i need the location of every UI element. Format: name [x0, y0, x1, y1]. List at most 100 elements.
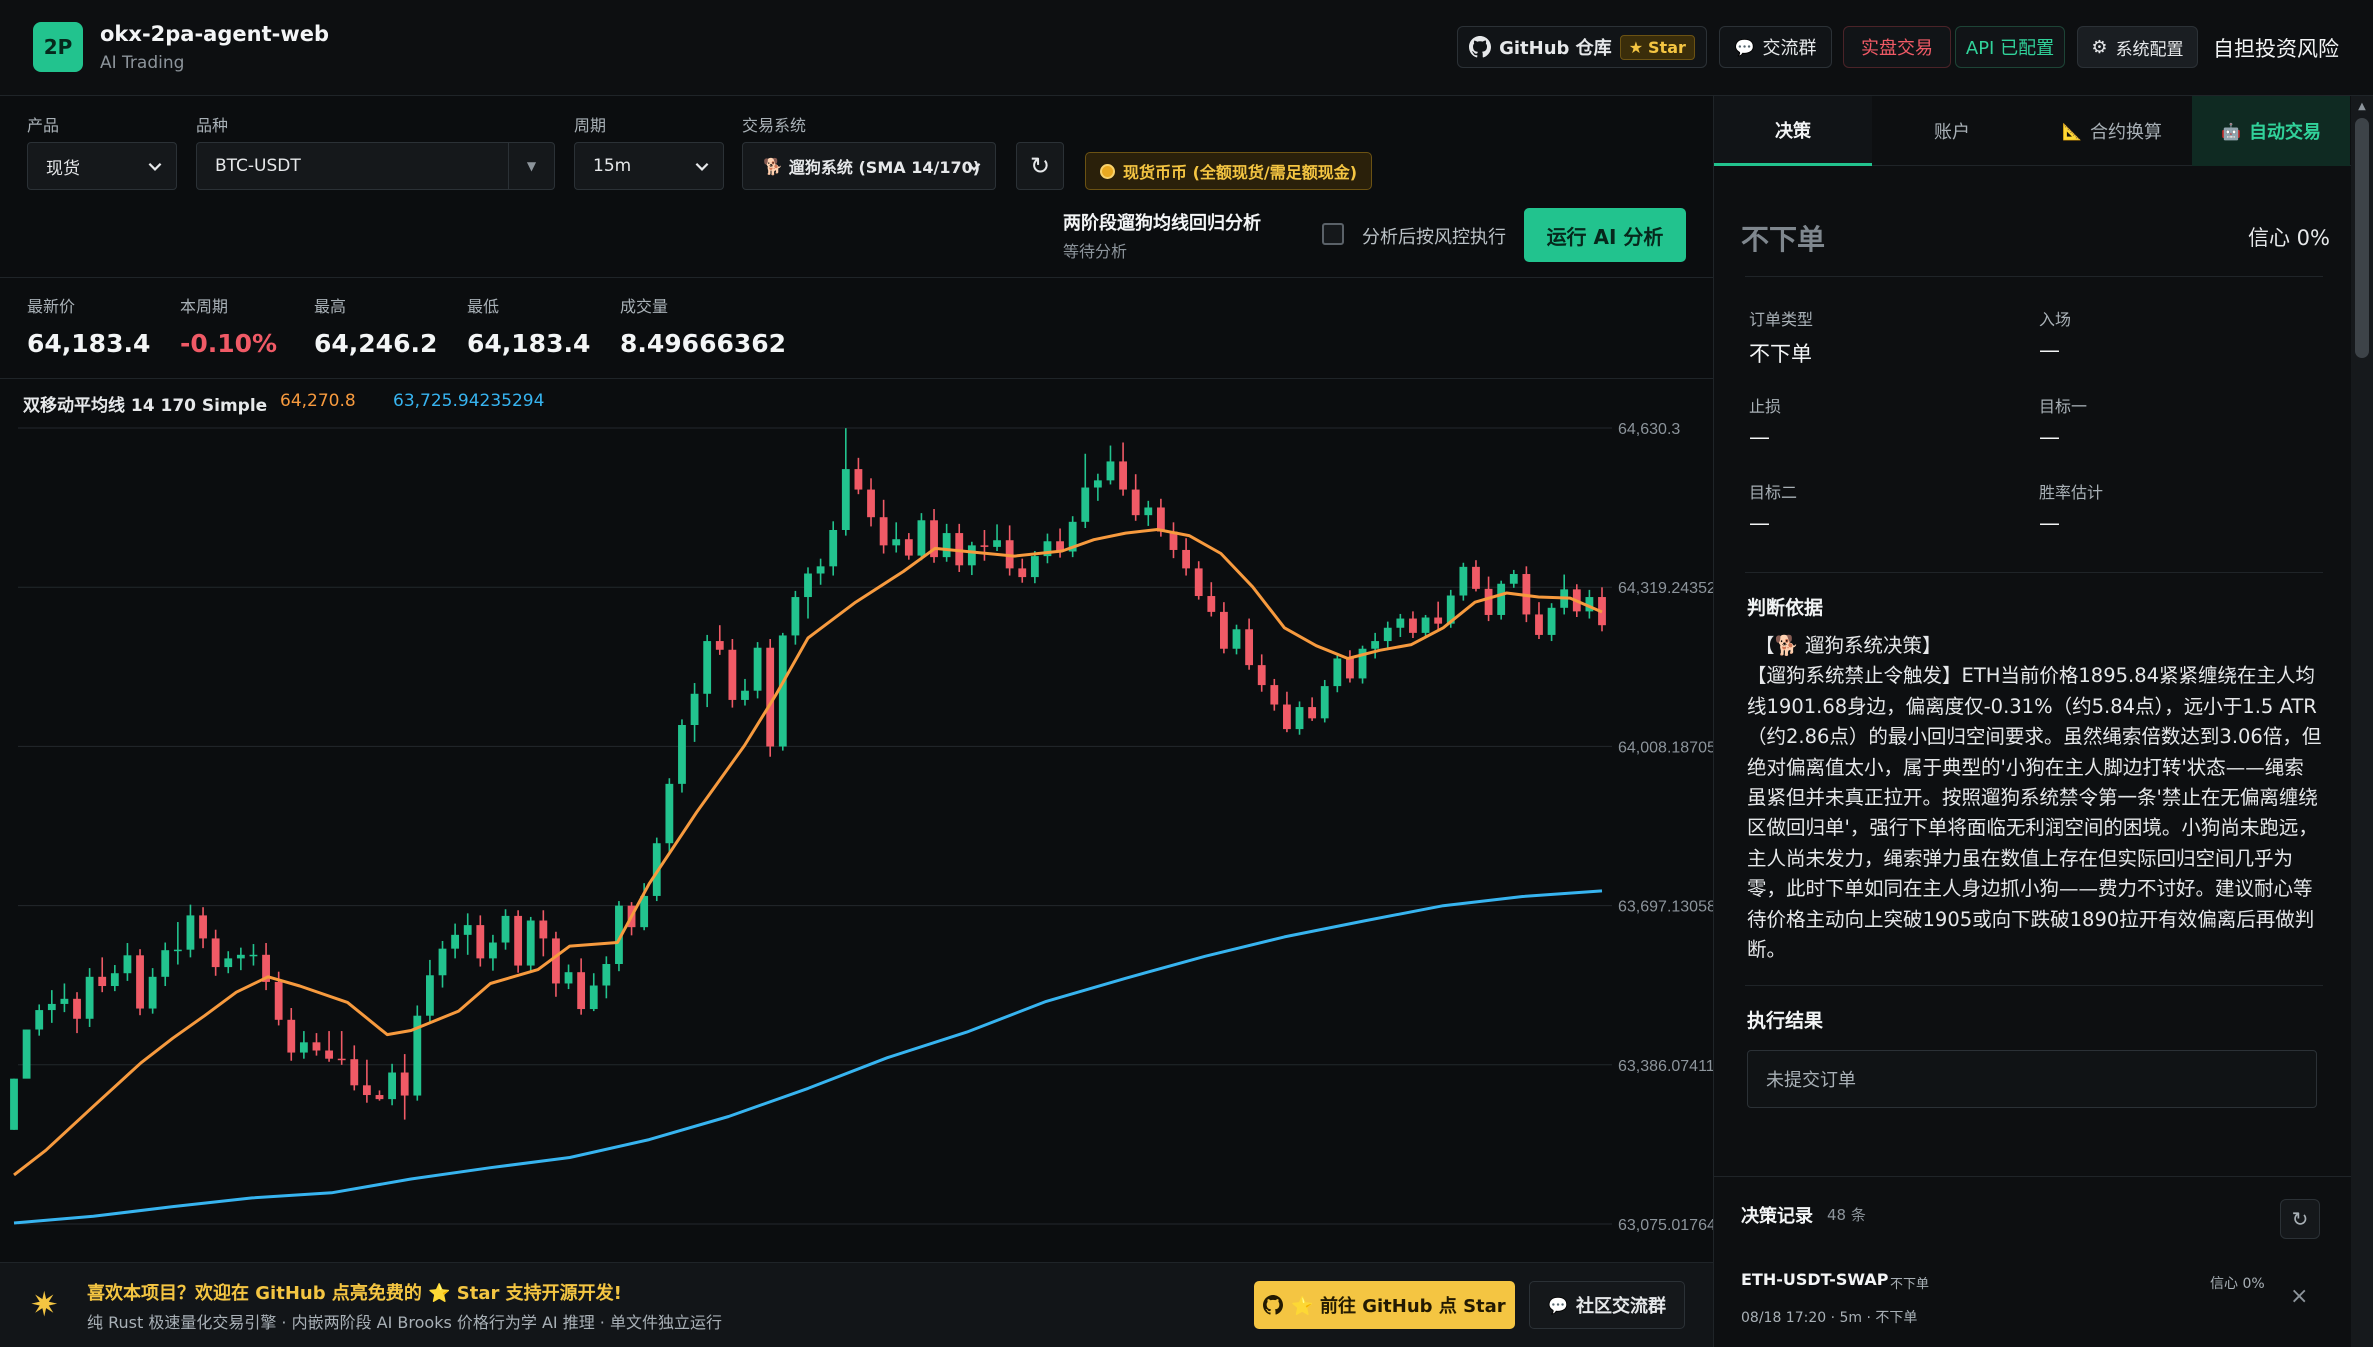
y-tick-label: 63,697.13058: [1618, 899, 1713, 916]
app-title: okx-2pa-agent-web: [100, 22, 330, 46]
candle-body: [425, 975, 434, 1016]
candle-body: [1320, 686, 1329, 719]
spot-mode-label: 现货币币 (全额现货/需足额现金): [1123, 163, 1358, 182]
close-icon[interactable]: ×: [2290, 1284, 2308, 1309]
product-label: 产品: [27, 116, 60, 135]
decision-confidence: 信心 0%: [2248, 226, 2330, 250]
github-repo-label: GitHub 仓库: [1499, 38, 1612, 59]
risk-execute-checkbox[interactable]: [1322, 223, 1344, 245]
star-badge[interactable]: ★ Star: [1619, 34, 1695, 60]
risk-disclaimer: 自担投资风险: [2213, 37, 2339, 61]
community-group-button[interactable]: 💬 交流群: [1719, 26, 1832, 68]
sma-170-line: [13, 889, 1603, 1225]
trading-system-value: 遛狗系统 (SMA 14/170): [788, 158, 981, 177]
api-configured-button[interactable]: API 已配置: [1955, 26, 2065, 68]
candle-body: [804, 573, 812, 598]
community-chat-button[interactable]: 💬 社区交流群: [1529, 1281, 1685, 1329]
win-rate-value: —: [2039, 511, 2060, 535]
execution-result-box: 未提交订单: [1747, 1050, 2317, 1108]
tab-contract-calc[interactable]: 📐 合约换算: [2033, 96, 2191, 166]
tab-contract-calc-label: 合约换算: [2089, 122, 2162, 143]
candle-body: [1295, 707, 1304, 730]
candle-body: [564, 972, 573, 984]
win-rate-label: 胜率估计: [2039, 483, 2104, 502]
candle-body: [665, 783, 674, 844]
candle-body: [867, 489, 875, 518]
sparkle-icon: ✷: [30, 1285, 59, 1325]
candle-body: [942, 533, 951, 558]
candle-body: [678, 725, 686, 784]
decision-records-count: 48 条: [1827, 1206, 1866, 1224]
candle-body: [1270, 685, 1279, 705]
candle-body: [602, 964, 611, 986]
divider: [1745, 276, 2323, 277]
candle-body: [173, 949, 182, 952]
candle-body: [451, 934, 460, 949]
app-subtitle: AI Trading: [100, 53, 185, 73]
candle-body: [904, 539, 913, 556]
stat-high: 64,246.2: [314, 329, 438, 358]
tab-account[interactable]: 账户: [1873, 96, 2031, 166]
tab-auto-trading[interactable]: 🤖 自动交易: [2192, 96, 2350, 166]
github-icon: [1469, 36, 1492, 58]
candle-body: [489, 942, 497, 959]
stat-period-change-label: 本周期: [180, 297, 229, 316]
candle-body: [22, 1029, 31, 1079]
candle-body: [1119, 461, 1127, 490]
candle-body: [85, 976, 94, 1019]
target-one-label: 目标一: [2039, 397, 2088, 416]
candle-body: [274, 981, 283, 1020]
github-repo-button[interactable]: GitHub 仓库 ★ Star: [1457, 26, 1707, 68]
scroll-up-icon[interactable]: ▲: [2351, 96, 2373, 116]
community-chat-label: 社区交流群: [1575, 1296, 1666, 1317]
symbol-value: BTC-USDT: [215, 156, 301, 176]
candle-body: [514, 915, 523, 966]
chevron-down-icon: [148, 162, 162, 171]
candle-body: [98, 976, 107, 987]
candle-body: [993, 540, 1001, 547]
candlestick-chart[interactable]: 64,630.3 64,319.24352 64,008.18705 63,697.1…: [0, 410, 1713, 1260]
records-refresh-button[interactable]: ↻: [2280, 1199, 2320, 1239]
gear-icon: ⚙: [2091, 36, 2108, 58]
candle-body: [1409, 618, 1417, 633]
candle-body: [1018, 568, 1027, 578]
y-tick-label: 63,386.07411: [1618, 1058, 1713, 1075]
chat-bubble-icon: 💬: [1734, 37, 1755, 57]
product-select[interactable]: 现货: [27, 142, 177, 190]
star-icon: ★: [1628, 37, 1644, 57]
refresh-button[interactable]: ↻: [1016, 142, 1064, 190]
divider: [1714, 1176, 2351, 1177]
candle-body: [400, 1072, 409, 1096]
candle-body: [1219, 611, 1228, 649]
tab-decision[interactable]: 决策: [1714, 96, 1872, 166]
triangle-down-icon[interactable]: ▼: [508, 143, 554, 189]
system-config-button[interactable]: ⚙ 系统配置: [2077, 26, 2198, 68]
sma-slow-value: 63,725.94235294: [393, 391, 545, 411]
live-trading-button[interactable]: 实盘交易: [1843, 26, 1951, 68]
goto-github-star-label: ⭐ 前往 GitHub 点 Star: [1291, 1296, 1506, 1317]
candle-body: [1131, 489, 1140, 516]
scrollbar-thumb[interactable]: [2355, 118, 2369, 358]
period-select[interactable]: 15m: [574, 142, 724, 190]
candle-body: [73, 998, 81, 1019]
candle-body: [1207, 596, 1216, 612]
trading-system-select[interactable]: 🐕 遛狗系统 (SMA 14/170): [742, 142, 996, 190]
run-ai-analysis-button[interactable]: 运行 AI 分析: [1524, 208, 1686, 262]
record-symbol[interactable]: ETH-USDT-SWAP: [1741, 1270, 1888, 1289]
y-tick-label: 64,319.24352: [1618, 580, 1713, 597]
candle-body: [753, 647, 762, 691]
symbol-select[interactable]: BTC-USDT ▼: [196, 142, 555, 190]
basis-body: 【遛狗系统禁止令触发】ETH当前价格1895.84紧紧缠绕在主人均线1901.6…: [1747, 664, 2322, 962]
stop-loss-label: 止损: [1749, 397, 1782, 416]
stat-low-label: 最低: [467, 297, 500, 316]
candle-body: [1346, 658, 1354, 679]
goto-github-star-button[interactable]: ⭐ 前往 GitHub 点 Star: [1254, 1281, 1515, 1329]
divider: [0, 277, 1713, 278]
risk-execute-label[interactable]: 分析后按风控执行: [1362, 223, 1506, 249]
stat-volume-label: 成交量: [620, 297, 669, 316]
candle-body: [1472, 566, 1480, 589]
candle-body: [539, 920, 548, 939]
order-type-value: 不下单: [1749, 342, 1812, 366]
candle-body: [1030, 556, 1039, 578]
candle-body: [10, 1078, 18, 1130]
